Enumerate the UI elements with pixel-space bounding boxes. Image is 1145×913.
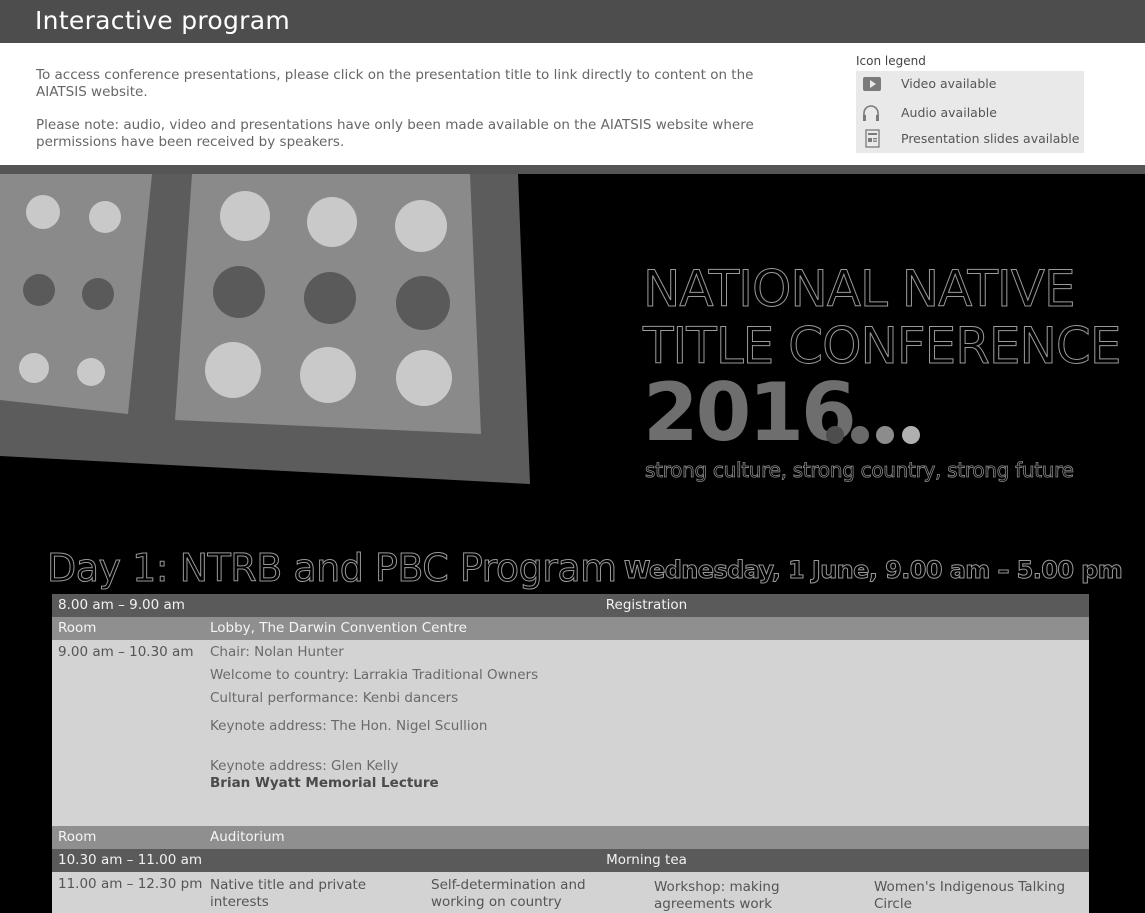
- program-section: Day 1: NTRB and PBC Program Wednesday, 1…: [0, 514, 1145, 913]
- intro-paragraph-2: Please note: audio, video and presentati…: [36, 117, 754, 150]
- memorial-lecture-title: Brian Wyatt Memorial Lecture: [210, 775, 439, 791]
- conference-banner: NATIONAL NATIVE TITLE CONFERENCE 2016 st…: [0, 174, 1145, 514]
- session-link[interactable]: Workshop: making agreements work: [654, 879, 854, 913]
- headphones-icon: [860, 103, 882, 123]
- room-label: Room: [58, 829, 97, 845]
- table-row: 8.00 am – 9.00 am Registration: [52, 594, 1089, 617]
- slides-icon: [860, 129, 882, 149]
- keynote-kelly-link[interactable]: Keynote address: Glen Kelly: [210, 758, 398, 774]
- header-bar: Interactive program: [0, 0, 1145, 43]
- conference-tagline: strong culture, strong country, strong f…: [645, 458, 1075, 483]
- legend-label-audio: Audio available: [901, 105, 997, 120]
- morning-tea-label: Morning tea: [606, 852, 687, 868]
- session-welcome: Welcome to country: Larrakia Traditional…: [210, 667, 539, 683]
- section-divider: [0, 165, 1145, 174]
- table-row: 10.30 am – 11.00 am Morning tea: [52, 849, 1089, 872]
- intro-text: To access conference presentations, plea…: [36, 67, 806, 167]
- session-link[interactable]: Self-determination and working on countr…: [431, 877, 631, 911]
- legend-item-video: Video available: [856, 72, 1084, 96]
- day-date: Wednesday, 1 June, 9.00 am – 5.00 pm: [623, 556, 1123, 585]
- session-link[interactable]: Women's Indigenous Talking Circle: [874, 879, 1074, 913]
- legend-item-slides: Presentation slides available: [856, 127, 1084, 151]
- dot-painting-artwork: [0, 174, 530, 484]
- video-icon: [860, 74, 882, 94]
- time-cell: 9.00 am – 10.30 am: [58, 644, 194, 660]
- registration-label: Registration: [605, 597, 688, 613]
- keynote-scullion-link[interactable]: Keynote address: The Hon. Nigel Scullion: [210, 718, 487, 734]
- session-link[interactable]: Native title and private interests: [210, 877, 410, 911]
- room-label: Room: [58, 620, 97, 636]
- room-row: Room Lobby, The Darwin Convention Centre: [52, 617, 1089, 640]
- room-value: Auditorium: [210, 829, 285, 845]
- legend-title: Icon legend: [856, 54, 926, 68]
- day-title: Day 1: NTRB and PBC Program: [47, 546, 618, 591]
- dots-ornament: [826, 426, 920, 444]
- legend-item-audio: Audio available: [856, 101, 1084, 125]
- legend-label-slides: Presentation slides available: [901, 131, 1080, 146]
- room-value: Lobby, The Darwin Convention Centre: [210, 620, 467, 636]
- table-row: 11.00 am – 12.30 pm Native title and pri…: [52, 872, 1089, 913]
- time-cell: 11.00 am – 12.30 pm: [58, 876, 203, 892]
- page-title: Interactive program: [35, 6, 291, 35]
- session-chair: Chair: Nolan Hunter: [210, 644, 344, 660]
- program-table: 8.00 am – 9.00 am Registration Room Lobb…: [52, 594, 1089, 913]
- table-row: 9.00 am – 10.30 am Chair: Nolan Hunter W…: [52, 640, 1089, 826]
- legend-label-video: Video available: [901, 76, 997, 91]
- conference-title-line1: NATIONAL NATIVE: [643, 260, 1077, 319]
- intro-paragraph-1: To access conference presentations, plea…: [36, 67, 754, 100]
- icon-legend: Video available Audio available Presenta…: [856, 71, 1084, 153]
- room-row: Room Auditorium: [52, 826, 1089, 849]
- session-performance: Cultural performance: Kenbi dancers: [210, 690, 459, 706]
